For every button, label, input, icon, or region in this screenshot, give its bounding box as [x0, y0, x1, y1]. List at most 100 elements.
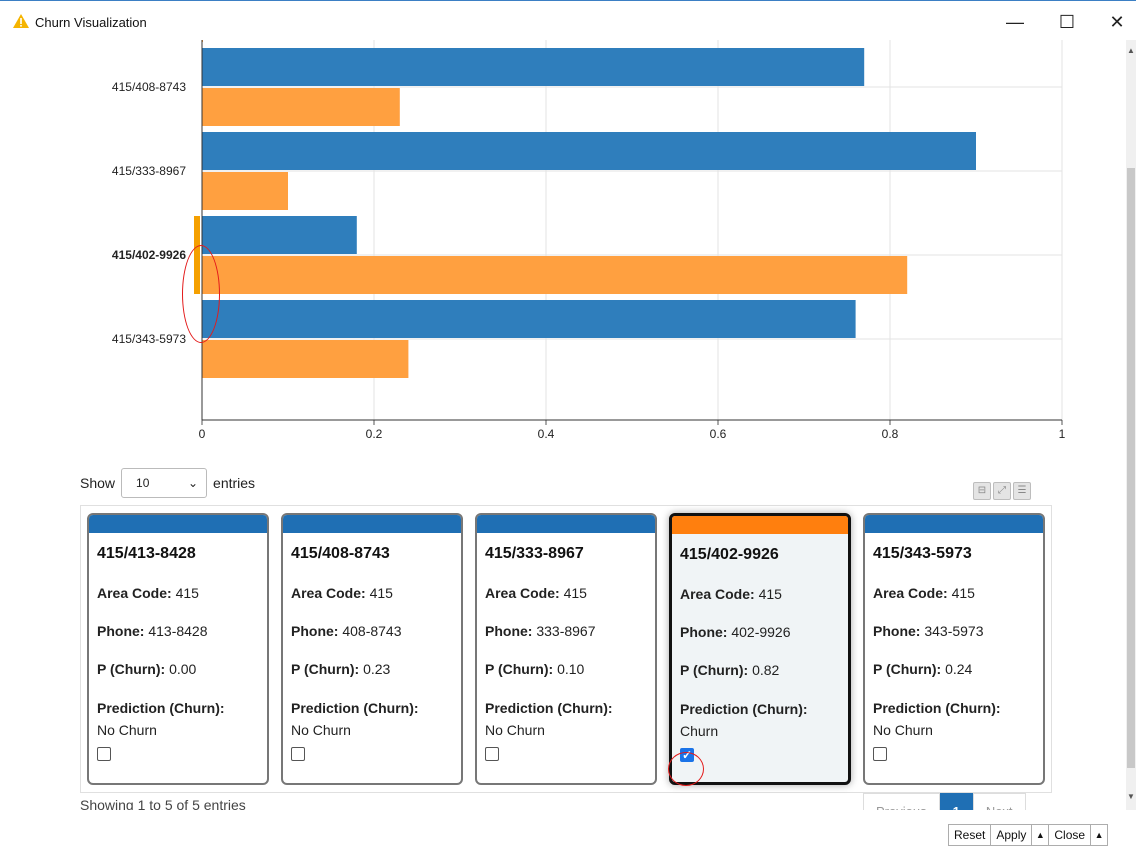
phone-label: Phone:: [291, 623, 339, 639]
prediction-row: Prediction (Churn): No Churn: [97, 697, 267, 741]
p-churn-row: P (Churn): 0.23: [291, 661, 461, 677]
prediction-label: Prediction (Churn):: [97, 700, 225, 716]
area-code-value: 415: [563, 585, 587, 601]
p-churn-label: P (Churn):: [873, 661, 942, 677]
select-checkbox[interactable]: [97, 747, 111, 761]
close-button[interactable]: Close: [1048, 824, 1092, 846]
prediction-label: Prediction (Churn):: [485, 700, 613, 716]
area-code-row: Area Code: 415: [680, 586, 848, 602]
highlight-ring-selected-bar: [182, 245, 220, 343]
customer-card[interactable]: 415/343-5973 Area Code: 415 Phone: 343-5…: [863, 513, 1045, 785]
area-code-row: Area Code: 415: [873, 585, 1043, 601]
select-checkbox[interactable]: [485, 747, 499, 761]
x-tick-label: 0.2: [366, 427, 383, 441]
phone-value: 402-9926: [731, 624, 791, 640]
customer-card[interactable]: 415/413-8428 Area Code: 415 Phone: 413-8…: [87, 513, 269, 785]
chart-bar: [202, 300, 856, 338]
x-tick-label: 0: [199, 427, 206, 441]
x-tick-label: 1: [1059, 427, 1066, 441]
prediction-row: Prediction (Churn): Churn: [680, 698, 848, 742]
prediction-value: No Churn: [485, 722, 545, 738]
phone-value: 413-8428: [148, 623, 208, 639]
chart-bar: [202, 172, 288, 210]
close-options-arrow-icon[interactable]: ▲: [1090, 824, 1109, 846]
scroll-down-arrow-icon[interactable]: ▼: [1126, 792, 1136, 801]
phone-row: Phone: 343-5973: [873, 623, 1043, 639]
customer-card[interactable]: 415/408-8743 Area Code: 415 Phone: 408-8…: [281, 513, 463, 785]
prediction-value: No Churn: [291, 722, 351, 738]
phone-value: 343-5973: [924, 623, 984, 639]
p-churn-label: P (Churn):: [680, 662, 749, 678]
area-code-value: 415: [951, 585, 975, 601]
area-code-label: Area Code:: [873, 585, 948, 601]
collapse-icon[interactable]: ⊟: [973, 482, 991, 500]
fullscreen-icon[interactable]: ⤢: [993, 482, 1011, 500]
prediction-label: Prediction (Churn):: [291, 700, 419, 716]
phone-label: Phone:: [680, 624, 728, 640]
warning-icon: [13, 14, 29, 28]
area-code-label: Area Code:: [291, 585, 366, 601]
prediction-row: Prediction (Churn): No Churn: [291, 697, 461, 741]
phone-label: Phone:: [873, 623, 921, 639]
phone-label: Phone:: [485, 623, 533, 639]
entries-select[interactable]: 10 ⌄: [121, 468, 208, 498]
page-1-button[interactable]: 1: [939, 793, 973, 810]
prediction-value: No Churn: [873, 722, 933, 738]
area-code-value: 415: [369, 585, 393, 601]
reset-button[interactable]: Reset: [948, 824, 992, 846]
menu-icon[interactable]: ☰: [1013, 482, 1031, 500]
pagination: Previous 1 Next: [863, 793, 1026, 810]
previous-page-button[interactable]: Previous: [863, 793, 940, 810]
area-code-value: 415: [758, 586, 782, 602]
entries-label: entries: [213, 475, 256, 491]
close-window-button[interactable]: ✕: [1102, 9, 1132, 35]
card-color-band: [672, 516, 848, 534]
window-title: Churn Visualization: [35, 15, 147, 30]
customer-card-selected[interactable]: 415/402-9926 Area Code: 415 Phone: 402-9…: [669, 513, 851, 785]
churn-bar-chart: 00.20.40.60.81415/413-8428415/408-874341…: [0, 40, 1100, 450]
p-churn-label: P (Churn):: [485, 661, 554, 677]
phone-row: Phone: 408-8743: [291, 623, 461, 639]
chevron-down-icon: ⌄: [187, 476, 199, 490]
area-code-row: Area Code: 415: [291, 585, 461, 601]
p-churn-row: P (Churn): 0.10: [485, 661, 655, 677]
minimize-button[interactable]: —: [1000, 9, 1030, 35]
prediction-label: Prediction (Churn):: [680, 701, 808, 717]
customer-card[interactable]: 415/333-8967 Area Code: 415 Phone: 333-8…: [475, 513, 657, 785]
chart-bar: [202, 256, 908, 294]
category-label: 415/333-8967: [112, 164, 186, 178]
phone-value: 333-8967: [536, 623, 596, 639]
category-label: 415/402-9926: [112, 248, 186, 262]
apply-options-arrow-icon[interactable]: ▲: [1031, 824, 1050, 846]
vertical-scrollbar[interactable]: ▲ ▼: [1126, 40, 1136, 810]
apply-button[interactable]: Apply: [990, 824, 1033, 846]
prediction-value: No Churn: [97, 722, 157, 738]
scrollbar-thumb[interactable]: [1127, 168, 1135, 768]
maximize-button[interactable]: ☐: [1052, 9, 1082, 35]
area-code-value: 415: [175, 585, 199, 601]
phone-row: Phone: 402-9926: [680, 624, 848, 640]
area-code-label: Area Code:: [680, 586, 755, 602]
x-tick-label: 0.8: [882, 427, 899, 441]
chart-svg: 00.20.40.60.81415/413-8428415/408-874341…: [112, 40, 1066, 441]
select-checkbox[interactable]: [291, 747, 305, 761]
show-label: Show: [80, 475, 116, 491]
p-churn-value: 0.82: [752, 662, 780, 678]
category-label: 415/408-8743: [112, 80, 186, 94]
prediction-row: Prediction (Churn): No Churn: [485, 697, 655, 741]
next-page-button[interactable]: Next: [972, 793, 1026, 810]
chart-bar: [202, 216, 357, 254]
card-title: 415/413-8428: [97, 545, 196, 562]
p-churn-row: P (Churn): 0.82: [680, 662, 848, 678]
scroll-up-arrow-icon[interactable]: ▲: [1126, 46, 1136, 55]
p-churn-value: 0.24: [945, 661, 973, 677]
card-title: 415/343-5973: [873, 545, 972, 562]
select-checkbox[interactable]: [873, 747, 887, 761]
card-color-band: [865, 515, 1043, 533]
card-title: 415/333-8967: [485, 545, 584, 562]
chart-bar: [202, 48, 865, 86]
prediction-label: Prediction (Churn):: [873, 700, 1001, 716]
p-churn-value: 0.10: [557, 661, 585, 677]
category-label: 415/343-5973: [112, 332, 186, 346]
p-churn-value: 0.23: [363, 661, 391, 677]
